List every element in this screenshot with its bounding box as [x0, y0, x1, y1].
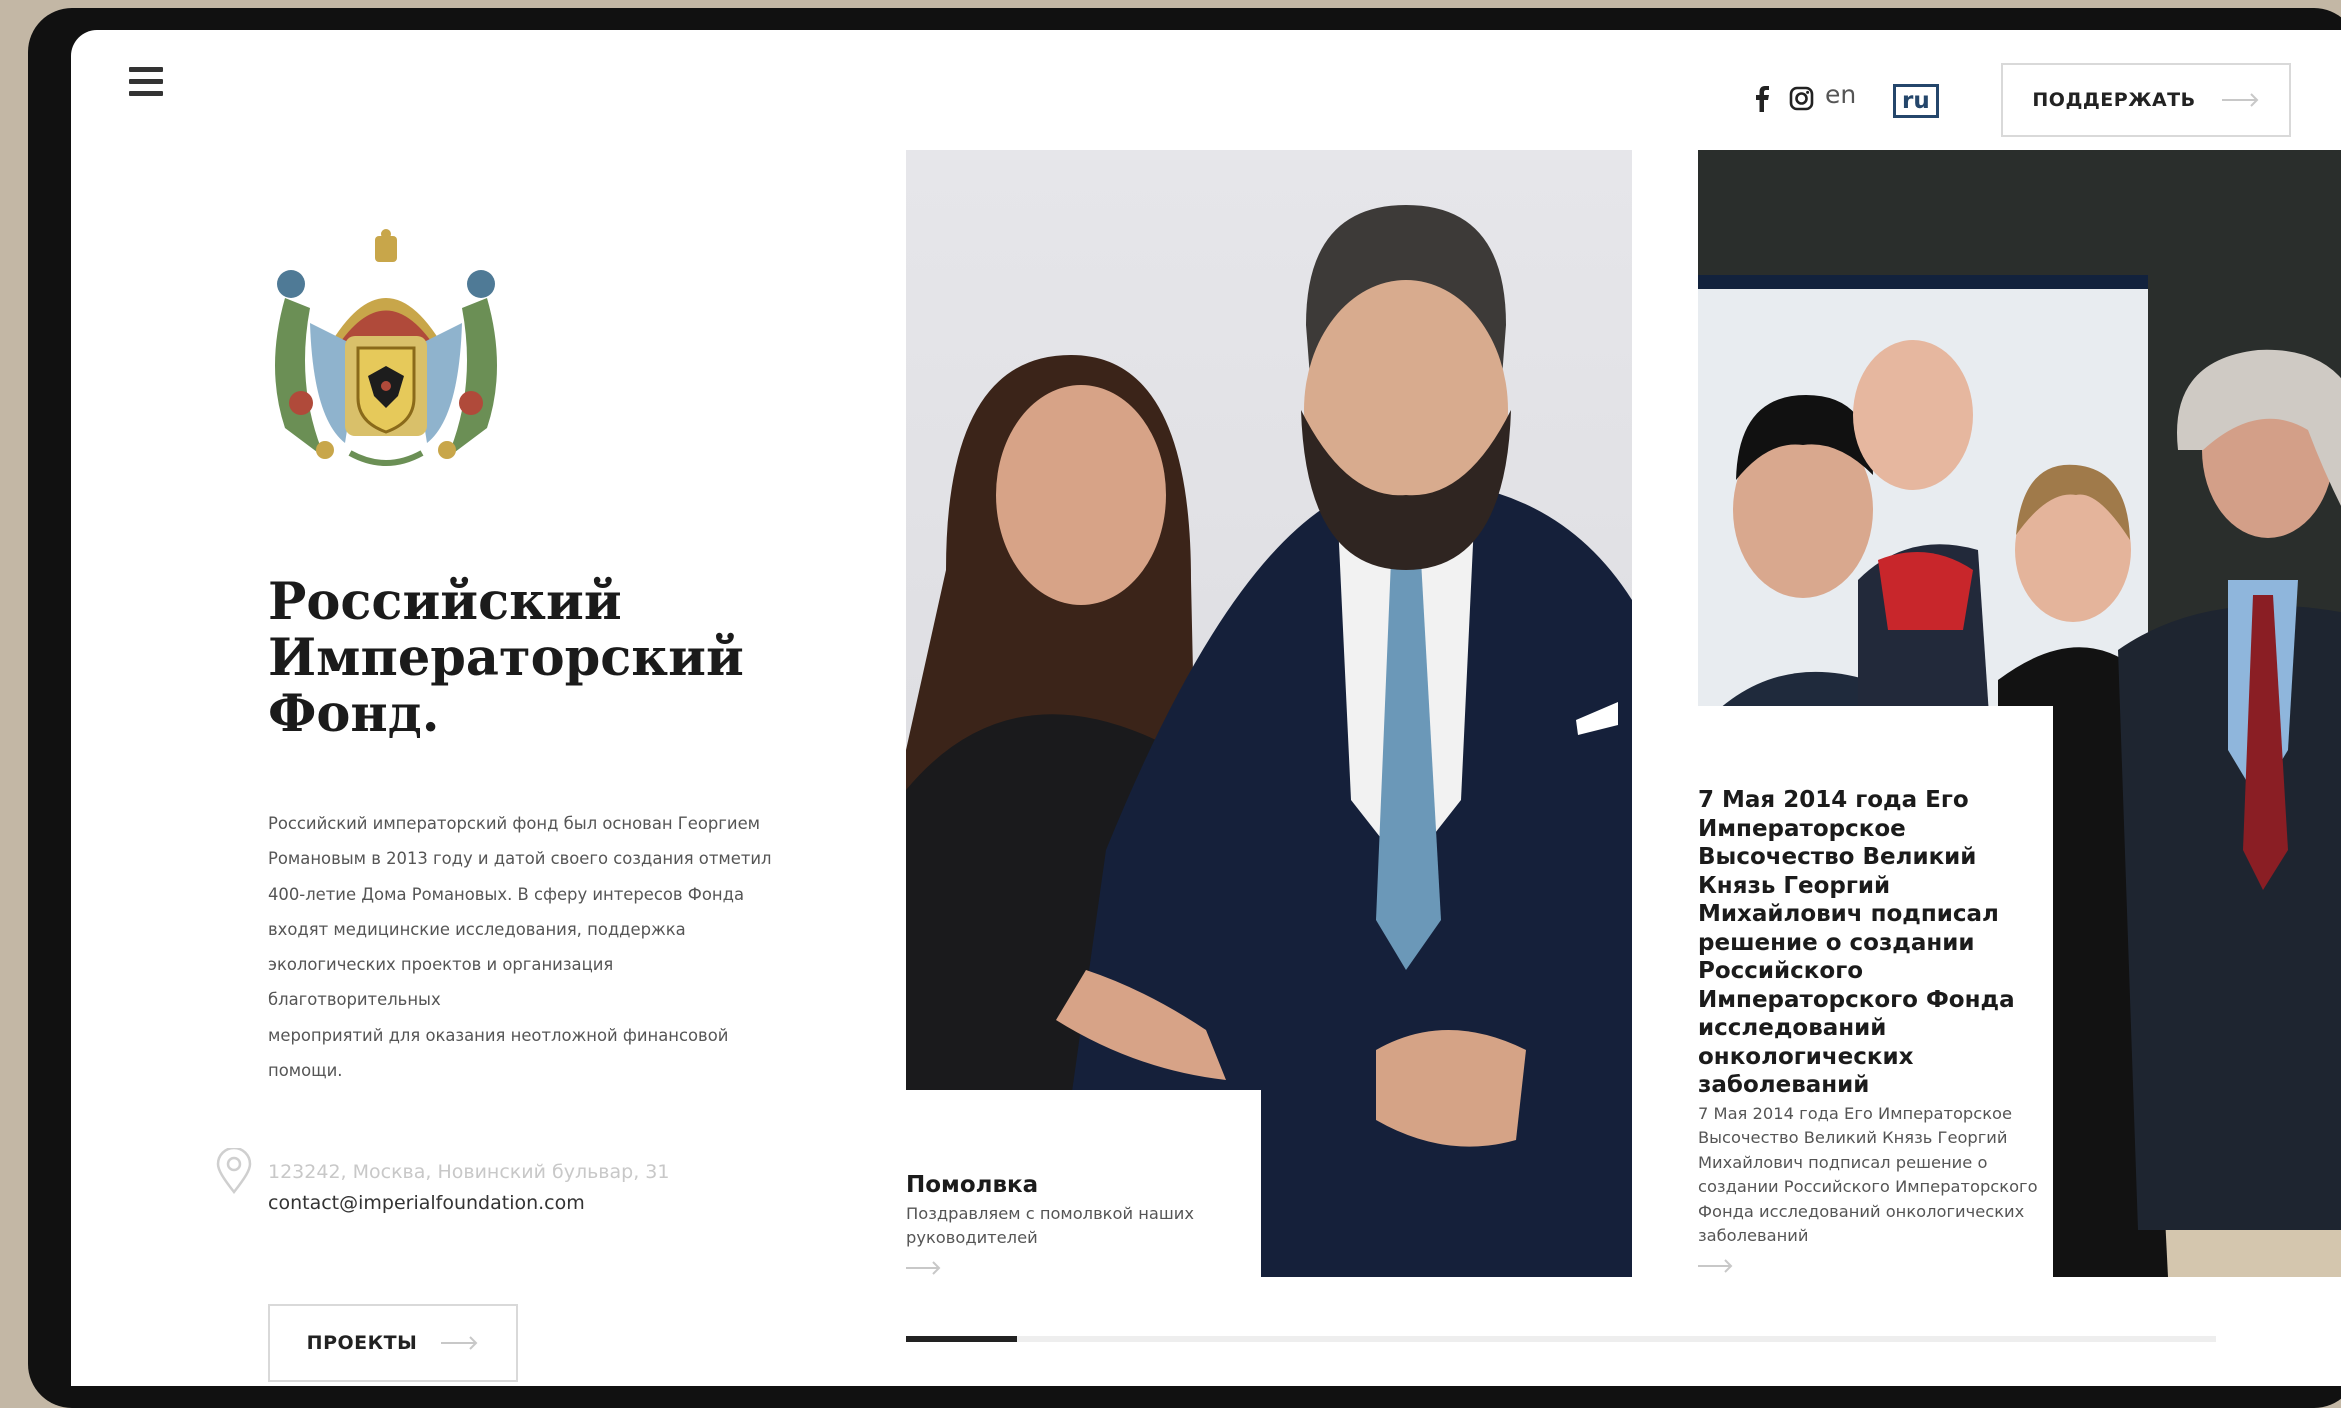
card-text: 7 Мая 2014 года Его Императорское Высоче…: [1698, 1102, 2053, 1249]
card-title-line: Князь Георгий: [1698, 872, 1891, 899]
card-text-line: Михайлович подписал решение о: [1698, 1152, 1988, 1172]
card-decree-caption: 7 Мая 2014 года Его Императорское Высоче…: [1698, 706, 2053, 1286]
card-title-line: заболеваний: [1698, 1072, 1870, 1098]
card-title[interactable]: Помолвка: [906, 1171, 1261, 1200]
support-button[interactable]: ПОДДЕРЖАТЬ: [2001, 63, 2291, 137]
projects-button[interactable]: ПРОЕКТЫ: [268, 1304, 518, 1382]
device-frame: en ru ПОДДЕРЖАТЬ Российский Императорски…: [28, 8, 2341, 1408]
card-text-line: создании Российского Императорского: [1698, 1177, 2038, 1196]
projects-button-label: ПРОЕКТЫ: [306, 1332, 418, 1354]
description-line: Романовым в 2013 году и датой своего соз…: [268, 849, 772, 869]
card-engagement-caption: Помолвка Поздравляем с помолвкой наших р…: [906, 1090, 1261, 1290]
card-title-line: Высочество Великий: [1698, 844, 1977, 870]
foundation-title: Российский Императорский Фонд.: [268, 574, 868, 742]
arrow-right-icon: [2221, 93, 2259, 107]
description-line: 400-летие Дома Романовых. В сферу интере…: [268, 884, 745, 904]
instagram-icon[interactable]: [1789, 86, 1814, 116]
card-text-line: руководителей: [906, 1228, 1038, 1247]
card-title-line: Императорское: [1698, 815, 1906, 842]
address-text: 123242, Москва, Новинский бульвар, 31: [268, 1161, 670, 1183]
card-title-line: Помолвка: [906, 1172, 1039, 1198]
card-title-line: решение о создании: [1698, 929, 1975, 956]
card-title-line: онкологических: [1698, 1043, 1914, 1070]
card-title-line: Михайлович подписал: [1698, 901, 1999, 927]
page: en ru ПОДДЕРЖАТЬ Российский Императорски…: [71, 30, 2341, 1386]
card-title-line: 7 Мая 2014 года Его: [1698, 787, 1969, 813]
card-title-line: Российского: [1698, 958, 1864, 984]
card-text-line: Поздравляем с помолвкой наших: [906, 1203, 1194, 1223]
coat-of-arms-logo: [275, 229, 497, 466]
menu-icon[interactable]: [129, 67, 163, 97]
description-line: мероприятий для оказания неотложной фина…: [268, 1025, 729, 1045]
description-line: входят медицинские исследования, поддерж…: [268, 919, 686, 939]
slider-progress-track[interactable]: [906, 1336, 2216, 1342]
title-line: Российский: [268, 572, 622, 632]
card-title[interactable]: 7 Мая 2014 года Его Императорское Высоче…: [1698, 786, 2053, 1100]
card-title-line: Императорского Фонда: [1698, 986, 2015, 1013]
card-text-line: Фонда исследований онкологических: [1698, 1201, 2025, 1221]
location-pin-icon: [216, 1148, 252, 1194]
lang-en-link[interactable]: en: [1825, 80, 1856, 109]
arrow-right-icon[interactable]: [1698, 1258, 1734, 1273]
arrow-right-icon: [441, 1336, 478, 1350]
slider-progress-fill: [906, 1336, 1018, 1342]
card-text: Поздравляем с помолвкой наших руководите…: [906, 1202, 1261, 1251]
title-line: Императорский: [268, 628, 744, 688]
card-text-line: 7 Мая 2014 года Его Императорское: [1698, 1103, 2013, 1123]
description-line: помощи.: [268, 1061, 343, 1081]
support-button-label: ПОДДЕРЖАТЬ: [2032, 89, 2196, 111]
description-line: Российский императорский фонд был основа…: [268, 814, 761, 833]
contact-email-link[interactable]: contact@imperialfoundation.com: [268, 1192, 585, 1214]
description-line: экологических проектов и организация бла…: [268, 955, 614, 1010]
title-line: Фонд.: [268, 684, 440, 744]
foundation-description: Российский императорский фонд был основа…: [268, 806, 788, 1088]
arrow-right-icon[interactable]: [906, 1260, 942, 1275]
card-text-line: заболеваний: [1698, 1226, 1809, 1245]
facebook-icon[interactable]: [1755, 86, 1769, 117]
card-text-line: Высочество Великий Князь Георгий: [1698, 1128, 2008, 1147]
card-title-line: исследований: [1698, 1015, 1887, 1041]
lang-ru-link[interactable]: ru: [1893, 84, 1939, 118]
